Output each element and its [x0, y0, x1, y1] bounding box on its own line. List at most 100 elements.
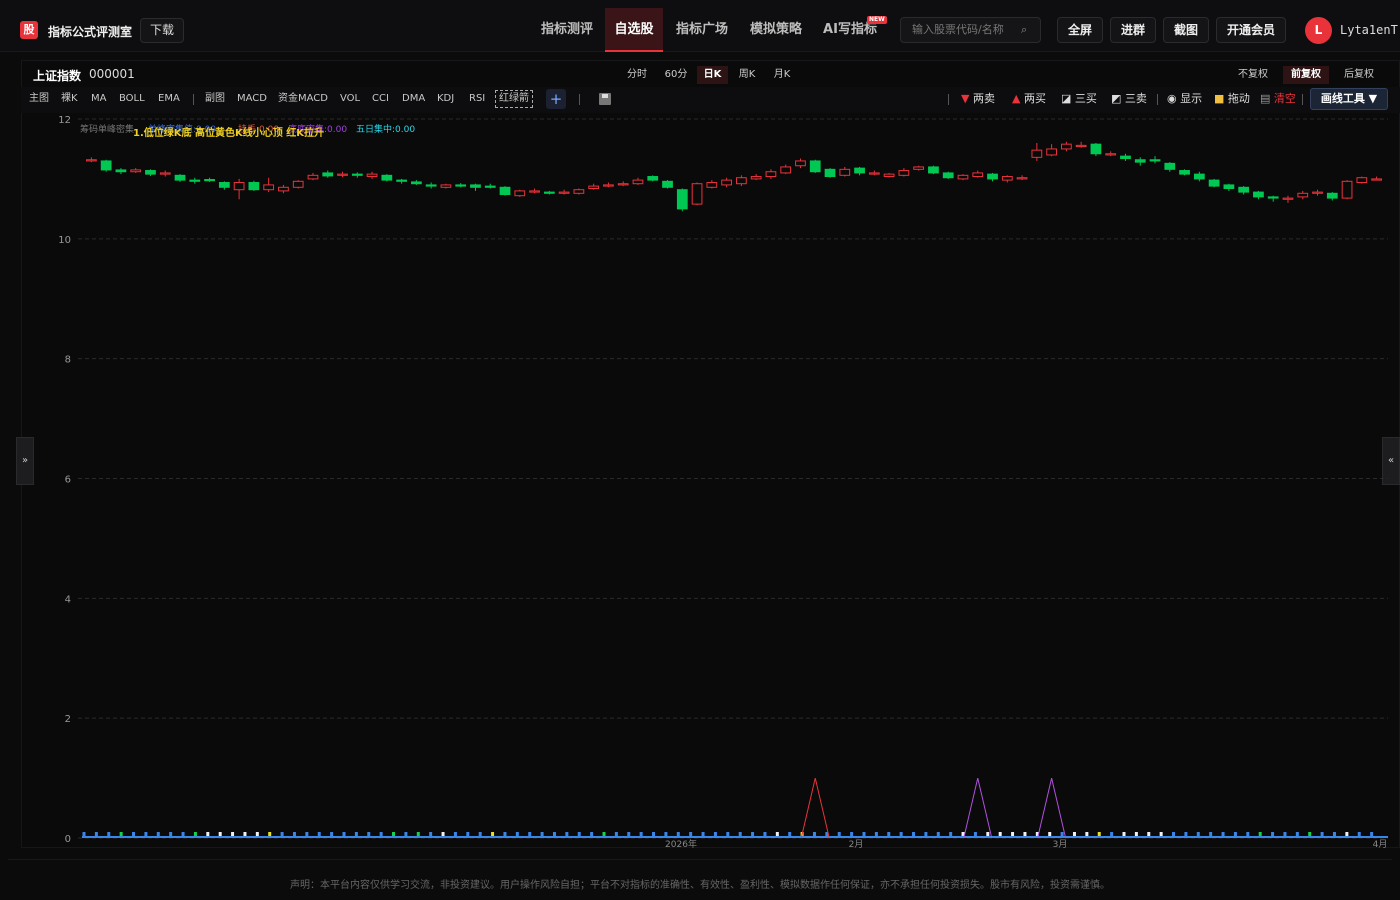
signal-marker	[268, 832, 272, 836]
y-tick-label: 6	[65, 475, 71, 486]
signal-marker	[503, 832, 507, 836]
candle-body	[1105, 153, 1117, 156]
candle-body	[337, 173, 348, 176]
signal-marker	[416, 832, 420, 836]
kline-chart[interactable]: 024681012 2026年 2月 3月 4月 筹码单峰密集 单峰密集值:0.00 …	[0, 0, 1400, 900]
signal-marker	[1134, 832, 1138, 836]
signal-marker	[751, 832, 755, 836]
candle-body	[86, 159, 97, 162]
candle-body	[676, 189, 688, 210]
signal-marker	[763, 832, 767, 836]
candle-body	[278, 186, 289, 192]
candle-body	[425, 184, 437, 187]
y-tick-label: 12	[58, 115, 71, 126]
signal-marker	[664, 832, 668, 836]
signal-marker	[602, 832, 606, 836]
y-tick-label: 0	[65, 834, 71, 845]
signal-marker	[998, 832, 1002, 836]
signal-marker	[1072, 832, 1076, 836]
candle-body	[514, 190, 526, 197]
signal-marker	[243, 832, 247, 836]
signal-marker	[1246, 832, 1250, 836]
signal-marker	[986, 832, 990, 836]
signal-marker	[627, 832, 631, 836]
candle-body	[233, 182, 245, 191]
candle-body	[1193, 173, 1205, 180]
signal-marker	[317, 832, 321, 836]
candle-body	[765, 171, 777, 178]
signal-marker	[1221, 832, 1225, 836]
disclaimer: 声明：本平台内容仅供学习交流，非投资建议。用户操作风险自担；平台不对指标的准确性…	[290, 880, 1110, 891]
signal-marker	[1147, 832, 1151, 836]
signal-marker	[1048, 832, 1052, 836]
signal-marker	[1258, 832, 1262, 836]
x-tick-label: 4月	[1373, 839, 1388, 850]
candle-body	[617, 183, 629, 186]
candle-body	[1223, 184, 1235, 190]
signal-marker	[1283, 832, 1287, 836]
candle-body	[204, 179, 215, 182]
x-tick-label: 2月	[849, 839, 864, 850]
signal-marker	[1370, 832, 1374, 836]
candle-body	[824, 168, 836, 178]
signal-marker	[144, 832, 148, 836]
candle-body	[928, 166, 939, 174]
x-tick-label: 3月	[1053, 839, 1068, 850]
signal-marker	[738, 832, 742, 836]
signal-marker	[429, 832, 433, 836]
candle-body	[1075, 144, 1087, 148]
signal-marker	[726, 832, 730, 836]
signal-marker	[949, 832, 953, 836]
signal-marker	[652, 832, 656, 836]
candle-body	[883, 173, 895, 178]
signal-marker	[181, 832, 185, 836]
candle-body	[558, 191, 570, 194]
candle-body	[721, 179, 732, 186]
candle-body	[263, 184, 275, 191]
candle-body	[603, 184, 614, 187]
signal-marker	[1023, 832, 1027, 836]
signal-marker	[169, 832, 173, 836]
signal-marker	[491, 832, 495, 836]
candle-body	[1149, 159, 1161, 162]
signal-marker	[1184, 832, 1188, 836]
signal-marker	[540, 832, 544, 836]
candle-body	[145, 170, 156, 175]
signal-marker	[392, 832, 396, 836]
candle-body	[381, 174, 393, 181]
candle-body	[130, 169, 142, 173]
signal-marker	[1233, 832, 1237, 836]
candle-body	[218, 182, 230, 188]
candle-body	[1297, 192, 1309, 198]
candle-body	[647, 176, 659, 181]
candle-body	[455, 184, 467, 187]
candle-body	[913, 166, 925, 170]
signal-marker	[701, 832, 705, 836]
candle-body	[1371, 178, 1382, 181]
candle-body	[1208, 179, 1220, 187]
candle-body	[499, 186, 511, 195]
candle-body	[750, 176, 762, 180]
signal-marker	[354, 832, 358, 836]
candle-body	[411, 181, 422, 185]
signal-marker	[1196, 832, 1200, 836]
signal-marker	[1122, 832, 1126, 836]
candle-body	[1164, 162, 1176, 170]
signal-marker	[1209, 832, 1213, 836]
candle-body	[396, 179, 407, 182]
candle-body	[470, 184, 481, 188]
candle-body	[573, 189, 585, 194]
legend-five-day: 五日集中:0.00	[356, 123, 415, 135]
candle-body	[543, 191, 555, 194]
signal-marker	[305, 832, 309, 836]
signal-spike	[800, 777, 830, 839]
y-tick-label: 10	[58, 235, 71, 246]
signal-marker	[367, 832, 371, 836]
candle-body	[248, 182, 260, 191]
signal-marker	[466, 832, 470, 836]
signal-marker	[1060, 832, 1064, 836]
candle-body	[115, 169, 127, 173]
candle-body	[839, 168, 851, 176]
candle-body	[484, 185, 496, 188]
footer-divider	[8, 859, 1392, 860]
